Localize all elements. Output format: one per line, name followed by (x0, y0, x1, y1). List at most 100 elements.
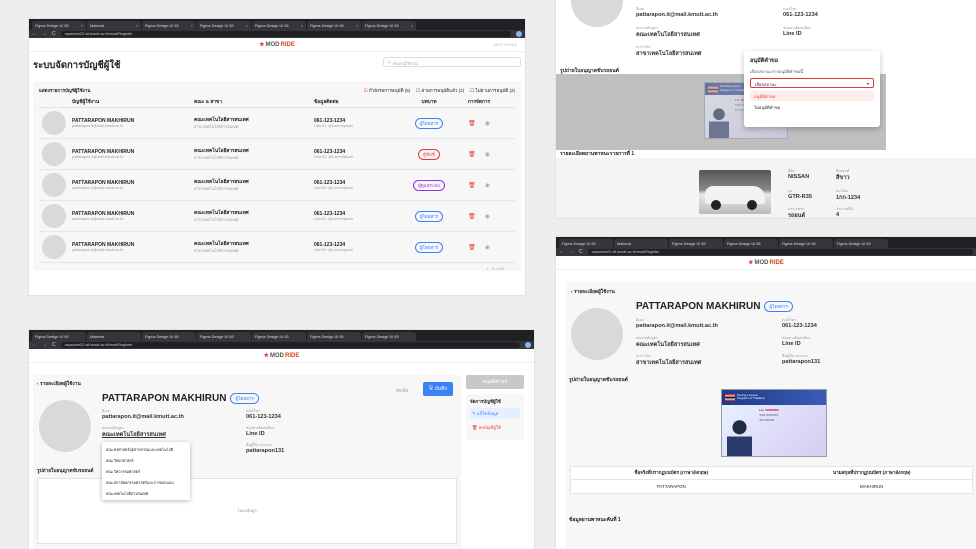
profile-avatar-icon[interactable] (525, 342, 531, 348)
filter-pending[interactable]: ☑ กำลังรอการอนุมัติ (5) (364, 87, 411, 94)
logo-text: MOD (270, 352, 285, 359)
close-icon[interactable]: × (136, 23, 138, 28)
field-value: สีขาว (836, 175, 850, 181)
field-value[interactable]: คณะเทคโนโลยีสารสนเทศ (102, 431, 166, 439)
logout-link[interactable]: ออกจากระบบ (493, 41, 517, 48)
status-select[interactable]: เลือกสถานะ ▾ (750, 78, 874, 88)
forward-arrow-icon[interactable]: → (42, 342, 47, 348)
role-badge: ผู้โดยสาร (764, 301, 793, 312)
table-row[interactable]: PATTARAPON MAKHIRUN pattarapon.it@mail.km… (39, 201, 515, 232)
browser-tab[interactable]: Figma Design UI 65 (142, 332, 196, 341)
filter-rejected[interactable]: ☐ ไม่ผ่านการอนุมัติ (2) (470, 87, 515, 94)
browser-tab[interactable]: Figma Design UI 65 × (307, 21, 361, 30)
browser-tab[interactable]: Figma Design UI 65 (834, 239, 888, 248)
close-icon[interactable]: × (301, 23, 303, 28)
trash-icon[interactable]: 🗑 (468, 120, 476, 127)
browser-tab[interactable]: Mainmal (87, 332, 141, 341)
tab-label: Figma Design UI 65 (365, 334, 399, 339)
close-icon[interactable]: × (411, 23, 413, 28)
browser-tab[interactable]: Figma Design UI 65 (779, 239, 833, 248)
forward-arrow-icon[interactable]: → (569, 249, 574, 255)
back-link[interactable]: ‹ รายละเอียดผู้ใช้งาน (571, 288, 615, 296)
column-header: บัญชีผู้ใช้งาน (72, 99, 100, 105)
edit-info-button[interactable]: ✎ แก้ไขข้อมูล (470, 408, 520, 419)
browser-tab[interactable]: Figma Design UI 65 × (252, 21, 306, 30)
checkbox-icon[interactable]: ☐ (416, 88, 420, 93)
eye-icon[interactable]: ◉ (485, 182, 490, 189)
browser-tab[interactable]: Figma Design UI 65 × (197, 21, 251, 30)
close-icon[interactable]: × (246, 23, 248, 28)
username-block: ชื่อผู้ใช้งานระบบ pattarapon131 (246, 442, 284, 454)
table-row[interactable]: PATTARAPON MAKHIRUN pattarapon.it@mail.km… (39, 232, 515, 263)
checkbox-icon[interactable]: ☐ (470, 88, 474, 93)
close-icon[interactable]: × (191, 23, 193, 28)
dropdown-option[interactable]: คณะสถาปัตยกรรมศาสตร์และการออกแบบ (102, 477, 190, 488)
car-seats-block: จำนวนที่นั่ง 4 (836, 206, 854, 218)
browser-tab[interactable]: Mainmal (614, 239, 668, 248)
browser-tab[interactable]: Figma Design UI 65 (669, 239, 723, 248)
search-placeholder: ค้นหาผู้ใช้งาน (392, 61, 418, 66)
select-option-reject[interactable]: ไม่อนุมัติคำขอ (750, 101, 874, 111)
app-header: ★ MOD RIDE (29, 349, 534, 363)
close-icon[interactable]: × (81, 23, 83, 28)
table-row[interactable]: PATTARAPON MAKHIRUN pattarapon.it@mail.km… (39, 139, 515, 170)
modride-logo: ★ MOD RIDE (748, 259, 784, 267)
back-arrow-icon[interactable]: ← (32, 342, 37, 348)
trash-icon[interactable]: 🗑 (468, 182, 476, 189)
dropdown-option[interactable]: คณะวิทยาศาสตร์ (102, 455, 190, 466)
checkbox-checked-icon[interactable]: ☑ (364, 88, 368, 93)
browser-tab[interactable]: Figma Design UI 65 (307, 332, 361, 341)
url-field[interactable]: capstone22.sit.kmutt.ac.th/mod/Register (60, 342, 520, 348)
table-row[interactable]: PATTARAPON MAKHIRUN pattarapon.it@mail.km… (39, 108, 515, 139)
url-field[interactable]: capstone22.sit.kmutt.ac.th/mod/Register (587, 249, 973, 255)
url-field[interactable]: capstone22.sit.kmutt.ac.th/mod/Register (60, 31, 511, 37)
browser-tab[interactable]: Figma Design UI 65 × (32, 21, 86, 30)
close-icon[interactable]: × (356, 23, 358, 28)
browser-tab[interactable]: Figma Design UI 65 (32, 332, 86, 341)
dropdown-option[interactable]: คณะเทคโนโลยีสารสนเทศ (102, 488, 190, 499)
reload-icon[interactable]: C (579, 249, 583, 255)
filter-approved[interactable]: ☐ ผ่านการอนุมัติแล้ว (2) (416, 87, 464, 94)
user-email: pattarapon.it@mail.kmutt.ac.th (72, 248, 124, 252)
trash-icon[interactable]: 🗑 (468, 151, 476, 158)
browser-tab[interactable]: Figma Design UI 65 (197, 332, 251, 341)
approve-button[interactable]: อนุมัติคำขอ (466, 375, 524, 389)
select-option-approve[interactable]: อนุมัติคำขอ (750, 91, 874, 101)
dropdown-option[interactable]: คณะครุศาสตร์อุตสาหกรรมและเทคโนโลยี (102, 444, 190, 455)
profile-avatar-icon[interactable] (516, 31, 522, 37)
trash-icon[interactable]: 🗑 (468, 213, 476, 220)
faculty-select[interactable]: คณะ/หลักสูตร คณะเทคโนโลยีสารสนเทศ (102, 425, 166, 439)
browser-tab[interactable]: Figma Design UI 65 (559, 239, 613, 248)
role-badge: ผู้โดยสาร (414, 241, 444, 253)
back-arrow-icon[interactable]: ← (32, 31, 37, 37)
license-upload-area[interactable]: ไม่พบข้อมูล (37, 478, 457, 544)
reload-icon[interactable]: C (52, 31, 56, 37)
eye-icon[interactable]: ◉ (485, 151, 490, 158)
chevron-right-icon[interactable]: › (514, 266, 515, 271)
eye-icon[interactable]: ◉ (485, 244, 490, 251)
phone-block: เบอร์โทร 061-123-1234 (246, 408, 281, 420)
chevron-left-icon[interactable]: ‹ (508, 266, 509, 271)
browser-tab[interactable]: Figma Design UI 65 (252, 332, 306, 341)
trash-icon[interactable]: 🗑 (468, 244, 476, 251)
forward-arrow-icon[interactable]: → (42, 31, 47, 37)
browser-tab[interactable]: Figma Design UI 65 (724, 239, 778, 248)
dropdown-option[interactable]: คณะวิศวกรรมศาสตร์ (102, 466, 190, 477)
browser-tab[interactable]: Figma Design UI 65 × (142, 21, 196, 30)
browser-tab[interactable]: Mainmal × (87, 21, 141, 30)
cancel-button[interactable]: ยกเลิก (396, 387, 408, 394)
save-button[interactable]: 🖫 บันทึก (423, 382, 453, 396)
phone-block: เบอร์โทร 061-123-1234 (783, 6, 818, 18)
browser-tab[interactable]: Figma Design UI 65 (362, 332, 416, 341)
table-row[interactable]: PATTARAPON MAKHIRUN pattarapon.it@mail.km… (39, 170, 515, 201)
back-arrow-icon[interactable]: ← (559, 249, 564, 255)
search-input[interactable]: ⚲ ค้นหาผู้ใช้งาน (383, 57, 521, 67)
eye-icon[interactable]: ◉ (485, 120, 490, 127)
eye-icon[interactable]: ◉ (485, 213, 490, 220)
major: สาขาเทคโนโลยีสารสนเทศ (194, 218, 239, 222)
browser-tab[interactable]: Figma Design UI 65 × (362, 21, 416, 30)
reload-icon[interactable]: C (52, 342, 56, 348)
delete-account-button[interactable]: 🗑 ลบบัญชีผู้ใช้ (470, 422, 520, 433)
user-table-body: PATTARAPON MAKHIRUN pattarapon.it@mail.km… (39, 108, 515, 263)
back-link[interactable]: ‹ รายละเอียดผู้ใช้งาน (37, 380, 81, 388)
